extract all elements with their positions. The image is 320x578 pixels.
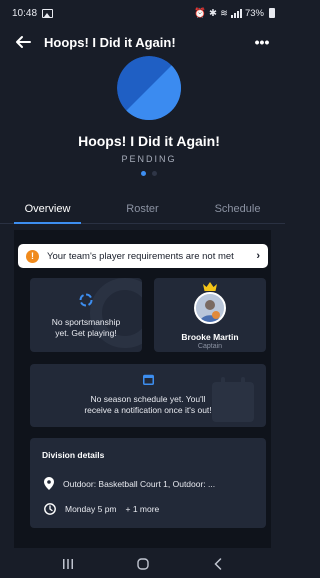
gallery-icon [42,8,54,18]
season-schedule-line2: receive a notification once it's out! [84,405,212,415]
battery-text: 73% [244,7,264,19]
carousel-dot [152,171,157,176]
location-pin-icon [44,477,54,490]
team-name: Hoops! I Did it Again! [78,133,220,149]
more-icon: ••• [254,34,270,50]
chevron-left-icon [213,558,221,570]
division-time-more: + 1 more [125,504,160,514]
sportsmanship-text-line2: yet. Get playing! [55,328,117,338]
loading-ring-icon [79,293,93,307]
season-schedule-card: No season schedule yet. You'll receive a… [30,364,266,427]
tab-roster[interactable]: Roster [95,196,190,223]
status-left: 10:48 [12,7,54,19]
carousel-dot-active [141,171,146,176]
sportsmanship-text: No sportsmanship yet. Get playing! [30,317,142,339]
signal-icon [230,8,242,18]
recents-icon [62,559,73,569]
captain-avatar [194,292,226,324]
tab-schedule[interactable]: Schedule [190,196,285,223]
status-time: 10:48 [12,7,38,19]
calendar-icon [143,374,154,385]
back-button[interactable] [12,31,34,53]
sportsmanship-card[interactable]: No sportsmanship yet. Get playing! [30,278,142,352]
home-button[interactable] [128,554,158,574]
app-header: Hoops! I Did it Again! ••• [0,28,285,56]
division-time: Monday 5 pm [65,504,117,514]
division-details-card: Division details Outdoor: Basketball Cou… [30,438,266,528]
battery-icon [269,8,275,18]
system-nav-bar [0,550,285,578]
division-location: Outdoor: Basketball Court 1, Outdoor: ..… [63,478,216,489]
wifi-icon: ≋ [220,7,228,19]
division-location-row[interactable]: Outdoor: Basketball Court 1, Outdoor: ..… [44,477,215,490]
status-right: ⏰ ✱ ≋ 73% [194,8,275,19]
tab-overview[interactable]: Overview [0,196,95,224]
page-title: Hoops! I Did it Again! [44,34,176,50]
captain-card[interactable]: Brooke Martin Captain [154,278,266,352]
more-options-button[interactable]: ••• [251,31,273,53]
team-logo [117,56,181,120]
crown-icon [203,282,217,291]
alarm-icon: ⏰ [194,7,207,19]
division-time-row[interactable]: Monday 5 pm + 1 more [44,503,159,515]
season-schedule-line1: No season schedule yet. You'll [90,394,206,404]
captain-name: Brooke Martin [181,332,239,342]
clock-icon [44,503,56,515]
team-status: PENDING [121,154,177,164]
carousel-dots [141,171,157,176]
tab-bar: Overview Roster Schedule [0,196,285,224]
chevron-right-icon: › [256,250,260,262]
recent-apps-button[interactable] [53,554,83,574]
bluetooth-icon: ✱ [209,7,218,19]
arrow-left-icon [16,36,31,48]
division-title: Division details [42,450,105,460]
alert-text: Your team's player requirements are not … [47,250,234,262]
sportsmanship-text-line1: No sportsmanship [51,317,121,327]
system-back-button[interactable] [203,554,233,574]
player-requirements-alert[interactable]: ! Your team's player requirements are no… [18,244,268,268]
captain-role: Captain [197,343,223,350]
status-bar: 10:48 ⏰ ✱ ≋ 73% [0,0,285,26]
home-icon [136,558,149,570]
warning-icon: ! [26,249,39,263]
season-schedule-text: No season schedule yet. You'll receive a… [30,394,266,416]
